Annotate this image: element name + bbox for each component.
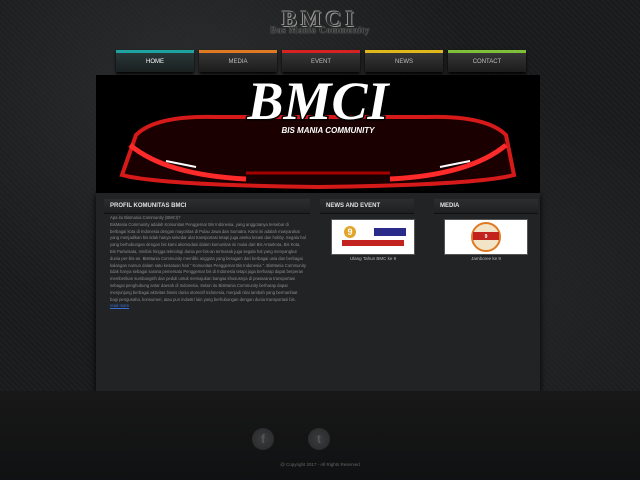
nav-contact[interactable]: CONTACT bbox=[448, 50, 526, 72]
profile-intro: Apa itu Bismania Community (BMCI)? bbox=[110, 215, 181, 220]
media-thumbnail[interactable]: 9 bbox=[444, 219, 528, 255]
hero-banner: BMCI BIS MANIA COMMUNITY bbox=[96, 70, 540, 193]
nav-contact-label: CONTACT bbox=[472, 59, 502, 65]
nav-media-label: MEDIA bbox=[228, 59, 248, 65]
media-heading: MEDIA bbox=[434, 199, 538, 214]
site-logo-subtitle: Bus Mania Community bbox=[270, 25, 370, 35]
site-header: BMCI Bus Mania Community bbox=[0, 0, 640, 48]
main-nav: HOME MEDIA EVENT NEWS CONTACT bbox=[116, 50, 526, 72]
profile-body: BisMania Community adalah Komunitas Peng… bbox=[110, 221, 306, 302]
media-thumbnail-image: 9 bbox=[445, 220, 527, 254]
twitter-icon[interactable]: t bbox=[308, 428, 330, 450]
nav-news-label: NEWS bbox=[395, 59, 413, 65]
read-more-link[interactable]: read more bbox=[110, 303, 129, 308]
nav-news-accent bbox=[365, 50, 443, 53]
nav-media-accent bbox=[199, 50, 277, 53]
nav-event[interactable]: EVENT bbox=[282, 50, 360, 72]
news-caption[interactable]: Ulang Tahun BMC ke 9 bbox=[331, 256, 415, 261]
bus-logo-illustration: BMCI BIS MANIA COMMUNITY bbox=[119, 70, 517, 190]
news-thumbnail[interactable]: 9 bbox=[331, 219, 415, 255]
nav-home-label: HOME bbox=[146, 59, 164, 65]
media-caption[interactable]: Jamboree ke 9 bbox=[444, 256, 528, 261]
profile-heading: PROFIL KOMUNITAS BMCI bbox=[104, 199, 310, 214]
nav-event-label: EVENT bbox=[310, 59, 331, 65]
svg-text:9: 9 bbox=[347, 227, 352, 237]
news-heading: NEWS AND EVENT bbox=[320, 199, 414, 214]
banner-logo-sub: BIS MANIA COMMUNITY bbox=[281, 126, 375, 135]
nav-media[interactable]: MEDIA bbox=[199, 50, 277, 72]
content-area: PROFIL KOMUNITAS BMCI Apa itu Bismania C… bbox=[96, 193, 540, 391]
nav-contact-accent bbox=[448, 50, 526, 53]
banner-logo-text: BMCI bbox=[246, 75, 390, 131]
profile-text: Apa itu Bismania Community (BMCI)? BisMa… bbox=[110, 215, 306, 310]
copyright-text: @ Copyright 2017 - All Rights Reserved bbox=[280, 462, 360, 467]
news-thumbnail-image: 9 bbox=[332, 220, 414, 254]
nav-news[interactable]: NEWS bbox=[365, 50, 443, 72]
nav-event-accent bbox=[282, 50, 360, 53]
nav-home[interactable]: HOME bbox=[116, 50, 194, 72]
facebook-icon[interactable]: f bbox=[252, 428, 274, 450]
svg-text:9: 9 bbox=[485, 234, 488, 240]
nav-home-accent bbox=[116, 50, 194, 53]
